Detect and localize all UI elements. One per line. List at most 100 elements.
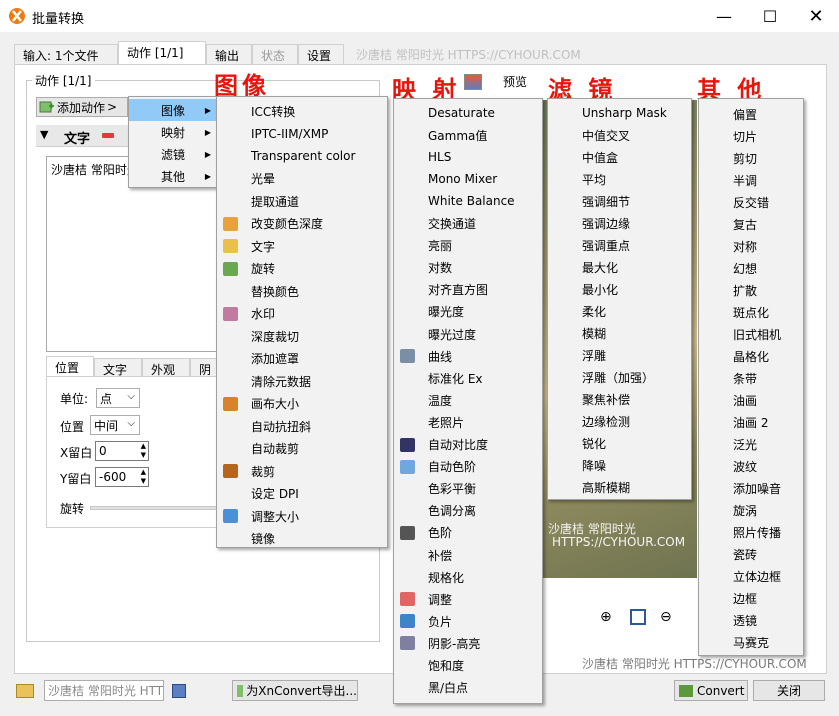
mapping-menu-item[interactable]: 负片 (394, 610, 542, 632)
mapping-menu-item[interactable]: HLS (394, 146, 542, 168)
mapping-menu-item[interactable]: 色阶 (394, 522, 542, 544)
other-menu-item[interactable]: 旋涡 (699, 499, 803, 521)
other-menu-item[interactable]: 油画 2 (699, 411, 803, 433)
mapping-menu-item[interactable]: 补偿 (394, 544, 542, 566)
other-menu-item[interactable]: 幻想 (699, 257, 803, 279)
image-menu-item[interactable]: 设定 DPI (217, 483, 387, 505)
other-menu-item[interactable]: 油画 (699, 389, 803, 411)
image-menu-item[interactable]: 深度裁切 (217, 325, 387, 347)
image-menu-item[interactable]: 清除元数据 (217, 370, 387, 392)
mapping-menu-item[interactable]: Gamma值 (394, 124, 542, 146)
fit-screen-icon[interactable] (630, 609, 646, 625)
image-menu-item[interactable]: 旋转 (217, 258, 387, 280)
filter-menu-item[interactable]: 聚焦补偿 (548, 388, 691, 410)
filter-menu-item[interactable]: 边缘检测 (548, 410, 691, 432)
prop-tab-text[interactable]: 文字 (94, 358, 142, 377)
filter-menu-item[interactable]: 高斯模糊 (548, 476, 691, 498)
image-menu-item[interactable]: 调整大小 (217, 505, 387, 527)
tab-actions[interactable]: 动作 [1/1] (118, 41, 206, 65)
other-menu-item[interactable]: 反交错 (699, 191, 803, 213)
image-menu-item[interactable]: Transparent color (217, 145, 387, 167)
image-menu-item[interactable]: 自动抗扭斜 (217, 415, 387, 437)
other-menu-item[interactable]: 半调 (699, 169, 803, 191)
mapping-menu-item[interactable]: 自动对比度 (394, 434, 542, 456)
other-menu-item[interactable]: 照片传播 (699, 521, 803, 543)
other-menu-item[interactable]: 斑点化 (699, 301, 803, 323)
filter-menu-item[interactable]: 模糊 (548, 322, 691, 344)
spinner-icon[interactable]: ▲ ▼ (141, 442, 146, 460)
other-menu-item[interactable]: 透镜 (699, 609, 803, 631)
prop-tab-shadow[interactable]: 阴 (190, 358, 218, 377)
other-menu-item[interactable]: 偏置 (699, 103, 803, 125)
filter-menu-item[interactable]: 强调重点 (548, 234, 691, 256)
mapping-menu-item[interactable]: Desaturate (394, 102, 542, 124)
other-menu-item[interactable]: 扩散 (699, 279, 803, 301)
image-menu-item[interactable]: 添加遮罩 (217, 348, 387, 370)
save-icon[interactable] (172, 684, 186, 698)
tab-settings[interactable]: 设置 (298, 44, 344, 64)
mapping-menu-item[interactable]: 阴影-高亮 (394, 632, 542, 654)
other-menu-item[interactable]: 波纹 (699, 455, 803, 477)
mapping-menu-item[interactable]: Mono Mixer (394, 168, 542, 190)
filter-menu-item[interactable]: Unsharp Mask (548, 102, 691, 124)
image-menu-item[interactable]: IPTC-IIM/XMP (217, 123, 387, 145)
filter-menu-item[interactable]: 浮雕 (548, 344, 691, 366)
mapping-menu-item[interactable]: 曲线 (394, 345, 542, 367)
other-menu-item[interactable]: 马赛克 (699, 631, 803, 653)
other-menu-item[interactable]: 瓷砖 (699, 543, 803, 565)
mapping-menu-item[interactable]: 标准化 Ex (394, 367, 542, 389)
other-menu-item[interactable]: 剪切 (699, 147, 803, 169)
mapping-menu-item[interactable]: 曝光过度 (394, 323, 542, 345)
image-menu-item[interactable]: ICC转换 (217, 100, 387, 122)
image-menu-item[interactable]: 画布大小 (217, 393, 387, 415)
filter-menu-item[interactable]: 柔化 (548, 300, 691, 322)
other-menu-item[interactable]: 条带 (699, 367, 803, 389)
convert-button[interactable]: Convert (674, 680, 748, 701)
image-menu-item[interactable]: 镜像 (217, 528, 387, 550)
image-menu-item[interactable]: 光晕 (217, 168, 387, 190)
folder-icon[interactable] (16, 684, 34, 698)
filter-menu-item[interactable]: 强调边缘 (548, 212, 691, 234)
other-menu-item[interactable]: 复古 (699, 213, 803, 235)
other-menu-item[interactable]: 泛光 (699, 433, 803, 455)
close-button[interactable]: 关闭 (753, 680, 825, 701)
mapping-menu-item[interactable]: 对数 (394, 257, 542, 279)
mapping-menu-item[interactable]: 亮丽 (394, 235, 542, 257)
mapping-menu-item[interactable]: 规格化 (394, 566, 542, 588)
image-menu-item[interactable]: 自动裁剪 (217, 438, 387, 460)
menu-item-filter[interactable]: 滤镜 ▶ (129, 143, 217, 165)
filter-menu-item[interactable]: 中值交叉 (548, 124, 691, 146)
tab-output[interactable]: 输出 (206, 44, 252, 64)
y-margin-input[interactable]: -600 ▲ ▼ (95, 467, 149, 487)
filter-menu-item[interactable]: 强调细节 (548, 190, 691, 212)
menu-item-mapping[interactable]: 映射 ▶ (129, 121, 217, 143)
export-xnconvert-button[interactable]: 为XnConvert导出... (232, 680, 358, 701)
filter-menu-item[interactable]: 平均 (548, 168, 691, 190)
spinner-icon[interactable]: ▲ ▼ (141, 468, 146, 486)
image-menu-item[interactable]: 文字 (217, 235, 387, 257)
collapse-icon[interactable]: ▼ (40, 128, 48, 141)
remove-action-icon[interactable] (102, 133, 114, 138)
mapping-menu-item[interactable]: White Balance (394, 190, 542, 212)
tab-input[interactable]: 输入: 1个文件 (14, 44, 118, 64)
other-menu-item[interactable]: 立体边框 (699, 565, 803, 587)
image-menu-item[interactable]: 提取通道 (217, 190, 387, 212)
mapping-menu-item[interactable]: 调整 (394, 588, 542, 610)
image-menu-item[interactable]: 裁剪 (217, 460, 387, 482)
preset-select[interactable]: 沙唐桔 常阳时光 HTTPS://CYHOUR.COM (44, 680, 164, 701)
close-window-button[interactable]: ✕ (793, 0, 839, 32)
x-margin-input[interactable]: 0 ▲ ▼ (95, 441, 149, 461)
mapping-menu-item[interactable]: 曝光度 (394, 301, 542, 323)
mapping-menu-item[interactable]: 自动色阶 (394, 456, 542, 478)
menu-item-other[interactable]: 其他 ▶ (129, 165, 217, 187)
other-menu-item[interactable]: 添加噪音 (699, 477, 803, 499)
mapping-menu-item[interactable]: 饱和度 (394, 655, 542, 677)
preview-icon[interactable] (464, 74, 482, 90)
filter-menu-item[interactable]: 最大化 (548, 256, 691, 278)
tab-status[interactable]: 状态 (252, 44, 298, 64)
mapping-menu-item[interactable]: 老照片 (394, 411, 542, 433)
mapping-menu-item[interactable]: 黑/白点 (394, 677, 542, 699)
mapping-menu-item[interactable]: 色彩平衡 (394, 478, 542, 500)
rotate-slider[interactable] (90, 506, 220, 510)
add-action-button[interactable]: 添加动作 > (36, 97, 128, 117)
